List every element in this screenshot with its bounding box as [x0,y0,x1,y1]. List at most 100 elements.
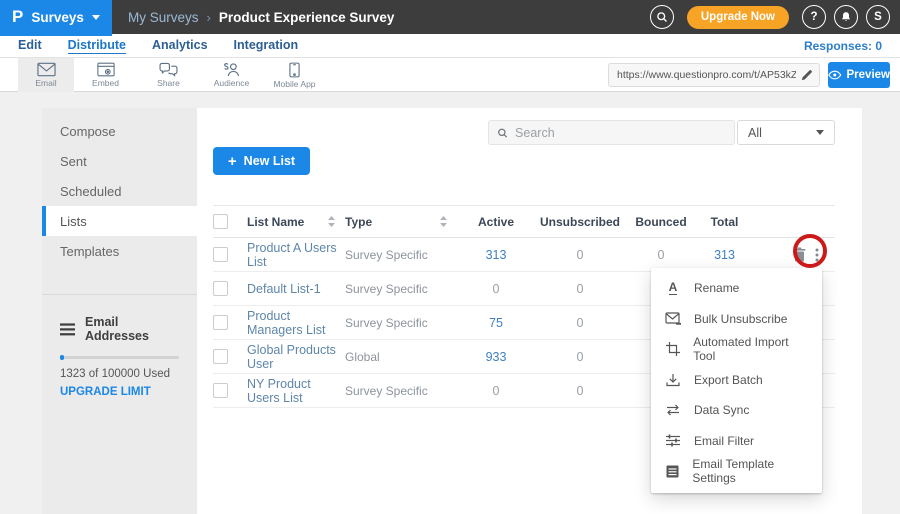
global-search-button[interactable] [650,5,674,29]
sidebar-item-templates[interactable]: Templates [42,236,197,266]
menu-item-export-batch[interactable]: Export Batch [651,365,822,396]
list-name-link[interactable]: NY Product Users List [247,377,345,405]
menu-item-data-sync[interactable]: Data Sync [651,395,822,426]
logo-underline [0,34,112,36]
email-usage-progress-fill [60,355,64,360]
list-type: Survey Specific [345,248,428,262]
data-sync-icon [666,404,680,416]
avatar[interactable]: S [866,5,890,29]
menu-item-email-filter[interactable]: Email Filter [651,426,822,457]
tab-analytics[interactable]: Analytics [152,38,208,53]
table-header-row: List Name Type Active Unsubscribed Bounc… [213,205,835,238]
menu-item-automated-import-tool[interactable]: Automated Import Tool [651,334,822,365]
eye-icon [828,70,842,80]
breadcrumb-separator: › [207,10,211,25]
surveys-product-menu[interactable]: P Surveys [0,0,112,34]
help-button[interactable]: ? [802,5,826,29]
list-options-menu: A Rename Bulk Unsubscribe Automated Impo… [651,268,822,493]
breadcrumb-survey-title: Product Experience Survey [219,10,395,25]
email-icon [37,62,56,77]
list-type: Global [345,350,380,364]
email-sidebar: Compose Sent Scheduled Lists Templates E… [42,108,197,514]
channel-audience[interactable]: Audience [200,58,263,92]
column-header-type: Type [345,215,372,229]
channel-embed[interactable]: Embed [74,58,137,92]
tab-edit[interactable]: Edit [18,38,42,53]
new-list-button[interactable]: + New List [213,147,310,175]
sort-list-name-button[interactable] [328,216,335,227]
menu-item-label: Rename [694,281,739,295]
row-checkbox[interactable] [213,247,228,262]
active-count[interactable]: 933 [457,350,535,364]
list-search-input[interactable] [515,126,726,140]
survey-url-value: https://www.questionpro.com/t/AP53kZgfo [617,69,796,81]
active-count[interactable]: 313 [457,248,535,262]
tab-distribute[interactable]: Distribute [68,38,126,54]
list-type: Survey Specific [345,384,428,398]
menu-item-label: Automated Import Tool [693,335,808,363]
plus-icon: + [228,154,237,169]
list-name-link[interactable]: Global Products User [247,343,345,371]
upgrade-limit-link[interactable]: UPGRADE LIMIT [60,386,179,398]
column-header-list-name: List Name [247,215,304,229]
distribute-toolbar: Email Embed Share Audience Mobile App ht… [0,58,900,92]
channel-embed-label: Embed [92,78,119,88]
active-count[interactable]: 75 [457,316,535,330]
survey-url-field[interactable]: https://www.questionpro.com/t/AP53kZgfo [608,63,820,87]
preview-button[interactable]: Preview [828,62,890,88]
sidebar-item-compose[interactable]: Compose [42,116,197,146]
sidebar-item-sent[interactable]: Sent [42,146,197,176]
menu-item-bulk-unsubscribe[interactable]: Bulk Unsubscribe [651,304,822,335]
responses-count-link[interactable]: Responses: 0 [804,39,882,53]
unsubscribed-count: 0 [535,316,625,330]
list-search-box[interactable] [488,120,735,145]
channel-share-label: Share [157,78,180,88]
questionpro-logo: P [12,7,23,27]
row-checkbox[interactable] [213,281,228,296]
breadcrumb-my-surveys[interactable]: My Surveys [128,10,199,25]
list-name-link[interactable]: Product Managers List [247,309,345,337]
new-list-label: New List [244,154,295,168]
audience-icon [222,62,241,77]
channel-email[interactable]: Email [18,58,74,92]
unsubscribed-count: 0 [535,384,625,398]
total-count[interactable]: 313 [697,248,752,262]
row-checkbox[interactable] [213,383,228,398]
list-name-link[interactable]: Default List-1 [247,282,321,296]
menu-item-label: Email Template Settings [692,457,808,485]
filter-selected-value: All [748,126,762,140]
active-count: 0 [457,282,535,296]
topbar: P Surveys My Surveys › Product Experienc… [0,0,900,34]
menu-item-label: Export Batch [694,373,763,387]
menu-item-label: Email Filter [694,434,754,448]
column-header-active: Active [457,215,535,229]
bounced-count: 0 [625,248,697,262]
sidebar-item-scheduled[interactable]: Scheduled [42,176,197,206]
search-icon [497,127,508,139]
annotation-highlight-circle [793,234,827,268]
column-header-bounced: Bounced [625,215,697,229]
sidebar-item-lists[interactable]: Lists [42,206,197,236]
mobile-app-icon [289,62,300,78]
channel-mobile-app[interactable]: Mobile App [263,58,326,92]
active-count: 0 [457,384,535,398]
notifications-button[interactable] [834,5,858,29]
channel-audience-label: Audience [214,78,249,88]
channel-share[interactable]: Share [137,58,200,92]
unsubscribed-count: 0 [535,282,625,296]
preview-label: Preview [847,69,890,81]
edit-url-button[interactable] [796,69,813,81]
export-batch-icon [666,373,680,387]
pencil-icon [801,69,813,81]
upgrade-now-button[interactable]: Upgrade Now [687,6,789,29]
row-checkbox[interactable] [213,315,228,330]
select-all-checkbox[interactable] [213,214,228,229]
list-type-filter-dropdown[interactable]: All [737,120,835,145]
list-name-link[interactable]: Product A Users List [247,241,345,269]
row-checkbox[interactable] [213,349,228,364]
menu-item-rename[interactable]: A Rename [651,273,822,304]
sort-type-button[interactable] [440,216,447,227]
menu-item-email-template-settings[interactable]: Email Template Settings [651,456,822,487]
tab-integration[interactable]: Integration [234,38,299,53]
list-type: Survey Specific [345,282,428,296]
